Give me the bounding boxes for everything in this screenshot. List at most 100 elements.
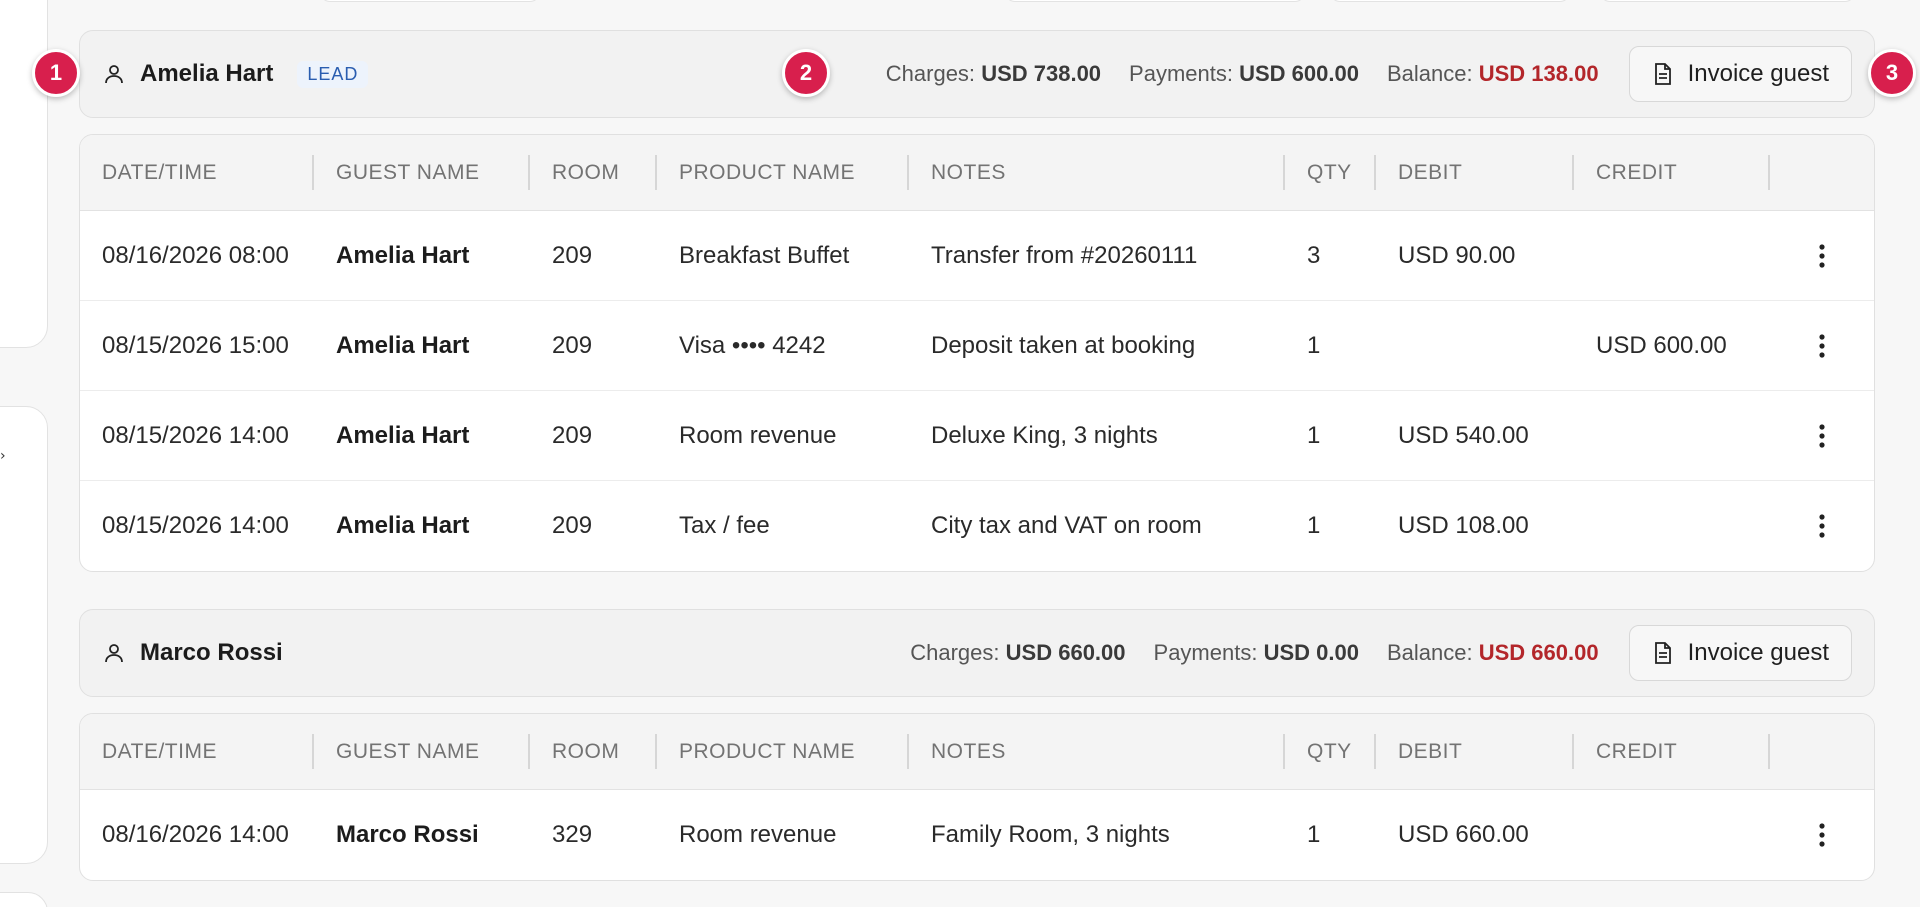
cell-qty: 3 <box>1307 241 1321 269</box>
column-header-debit[interactable]: DEBIT <box>1376 135 1574 210</box>
transactions-table: DATE/TIME GUEST NAME ROOM PRODUCT NAME N… <box>79 134 1875 572</box>
cell-room: 209 <box>552 512 593 539</box>
cell-room: 209 <box>552 421 593 449</box>
table-row[interactable]: 08/15/2026 14:00 Amelia Hart 209 Tax / f… <box>80 481 1874 571</box>
table-header: DATE/TIME GUEST NAME ROOM PRODUCT NAME N… <box>80 135 1874 211</box>
cell-product-name: Room revenue <box>679 821 837 848</box>
guest-header: Marco Rossi Charges: USD 660.00 Payments… <box>79 609 1875 697</box>
column-header-actions <box>1770 714 1874 789</box>
side-panel-card <box>0 406 48 864</box>
column-header-debit[interactable]: DEBIT <box>1376 714 1574 789</box>
annotation-marker-3: 3 <box>1868 49 1916 97</box>
cell-qty: 1 <box>1307 421 1321 449</box>
toolbar-remnant <box>320 0 540 2</box>
table-row[interactable]: 08/16/2026 14:00 Marco Rossi 329 Room re… <box>80 790 1874 880</box>
cell-product-name: Room revenue <box>679 421 837 449</box>
guest-header: Amelia Hart LEAD Charges: USD 738.00 Pay… <box>79 30 1875 118</box>
cell-datetime: 08/15/2026 14:00 <box>102 512 289 539</box>
lead-badge: LEAD <box>297 60 369 88</box>
cell-qty: 1 <box>1307 512 1321 539</box>
cell-notes: Deluxe King, 3 nights <box>931 421 1158 449</box>
column-header-notes[interactable]: NOTES <box>909 714 1285 789</box>
document-icon <box>1654 642 1671 664</box>
column-header-product-name[interactable]: PRODUCT NAME <box>657 714 909 789</box>
column-header-datetime[interactable]: DATE/TIME <box>80 714 314 789</box>
column-header-datetime[interactable]: DATE/TIME <box>80 135 314 210</box>
annotation-marker-1: 1 <box>32 49 80 97</box>
cell-qty: 1 <box>1307 821 1321 848</box>
column-header-credit[interactable]: CREDIT <box>1574 135 1770 210</box>
cell-notes: Transfer from #20260111 <box>931 241 1198 269</box>
column-header-product-name[interactable]: PRODUCT NAME <box>657 135 909 210</box>
cell-guest-name: Amelia Hart <box>336 512 470 539</box>
toolbar-remnant <box>1600 0 1855 2</box>
more-vertical-icon[interactable] <box>1802 326 1842 366</box>
side-panel-card <box>0 892 48 907</box>
cell-guest-name: Amelia Hart <box>336 331 470 359</box>
column-header-notes[interactable]: NOTES <box>909 135 1285 210</box>
chevron-right-icon[interactable]: › <box>0 448 6 464</box>
more-vertical-icon[interactable] <box>1802 416 1842 456</box>
invoice-guest-label: Invoice guest <box>1687 639 1829 666</box>
cell-product-name: Tax / fee <box>679 512 770 539</box>
guest-totals: Charges: USD 738.00 Payments: USD 600.00… <box>886 61 1599 87</box>
cell-guest-name: Amelia Hart <box>336 241 470 269</box>
table-header: DATE/TIME GUEST NAME ROOM PRODUCT NAME N… <box>80 714 1874 790</box>
cell-guest-name: Amelia Hart <box>336 421 470 449</box>
cell-datetime: 08/15/2026 15:00 <box>102 331 289 359</box>
column-header-room[interactable]: ROOM <box>530 714 657 789</box>
cell-credit: USD 600.00 <box>1596 331 1727 359</box>
guest-name: Marco Rossi <box>140 639 283 666</box>
cell-debit: USD 90.00 <box>1398 241 1516 269</box>
guest-group: Amelia Hart LEAD Charges: USD 738.00 Pay… <box>79 30 1875 572</box>
table-row[interactable]: 08/16/2026 08:00 Amelia Hart 209 Breakfa… <box>80 211 1874 301</box>
column-header-guest-name[interactable]: GUEST NAME <box>314 135 530 210</box>
cell-room: 209 <box>552 241 593 269</box>
guest-name: Amelia Hart <box>140 60 274 87</box>
cell-product-name: Visa •••• 4242 <box>679 331 826 359</box>
person-icon <box>105 644 123 663</box>
transactions-table: DATE/TIME GUEST NAME ROOM PRODUCT NAME N… <box>79 713 1875 881</box>
cell-debit: USD 540.00 <box>1398 421 1529 449</box>
balance-total: Balance: USD 138.00 <box>1386 61 1599 86</box>
column-header-credit[interactable]: CREDIT <box>1574 714 1770 789</box>
invoice-guest-button[interactable]: Invoice guest <box>1628 46 1852 102</box>
cell-debit: USD 660.00 <box>1398 821 1529 848</box>
invoice-guest-button[interactable]: Invoice guest <box>1628 625 1852 681</box>
cell-notes: City tax and VAT on room <box>931 512 1202 539</box>
cell-notes: Family Room, 3 nights <box>931 821 1170 848</box>
column-header-guest-name[interactable]: GUEST NAME <box>314 714 530 789</box>
balance-total: Balance: USD 660.00 <box>1386 640 1599 665</box>
person-icon <box>105 65 123 84</box>
toolbar-remnant <box>1330 0 1570 2</box>
guest-group: Marco Rossi Charges: USD 660.00 Payments… <box>79 609 1875 881</box>
charges-total: Charges: USD 660.00 <box>910 640 1126 665</box>
column-header-qty[interactable]: QTY <box>1285 135 1376 210</box>
cell-guest-name: Marco Rossi <box>336 821 479 848</box>
side-panel-card <box>0 0 48 348</box>
toolbar-remnant <box>1005 0 1305 2</box>
more-vertical-icon[interactable] <box>1802 236 1842 276</box>
cell-notes: Deposit taken at booking <box>931 331 1196 359</box>
payments-total: Payments: USD 0.00 <box>1153 640 1359 665</box>
column-header-qty[interactable]: QTY <box>1285 714 1376 789</box>
guest-totals: Charges: USD 660.00 Payments: USD 0.00 B… <box>910 640 1598 666</box>
table-row[interactable]: 08/15/2026 15:00 Amelia Hart 209 Visa ••… <box>80 301 1874 391</box>
column-header-room[interactable]: ROOM <box>530 135 657 210</box>
charges-total: Charges: USD 738.00 <box>885 61 1102 86</box>
cell-qty: 1 <box>1307 331 1321 359</box>
document-icon <box>1654 63 1671 85</box>
cell-product-name: Breakfast Buffet <box>679 241 850 269</box>
more-vertical-icon[interactable] <box>1802 815 1842 855</box>
annotation-marker-2: 2 <box>782 49 830 97</box>
more-vertical-icon[interactable] <box>1802 506 1842 546</box>
cell-room: 329 <box>552 821 593 848</box>
cell-datetime: 08/15/2026 14:00 <box>102 421 289 449</box>
cell-datetime: 08/16/2026 14:00 <box>102 821 289 848</box>
column-header-actions <box>1770 135 1874 210</box>
cell-datetime: 08/16/2026 08:00 <box>102 241 289 269</box>
cell-debit: USD 108.00 <box>1398 512 1529 539</box>
table-row[interactable]: 08/15/2026 14:00 Amelia Hart 209 Room re… <box>80 391 1874 481</box>
cell-room: 209 <box>552 331 593 359</box>
payments-total: Payments: USD 600.00 <box>1129 61 1359 86</box>
